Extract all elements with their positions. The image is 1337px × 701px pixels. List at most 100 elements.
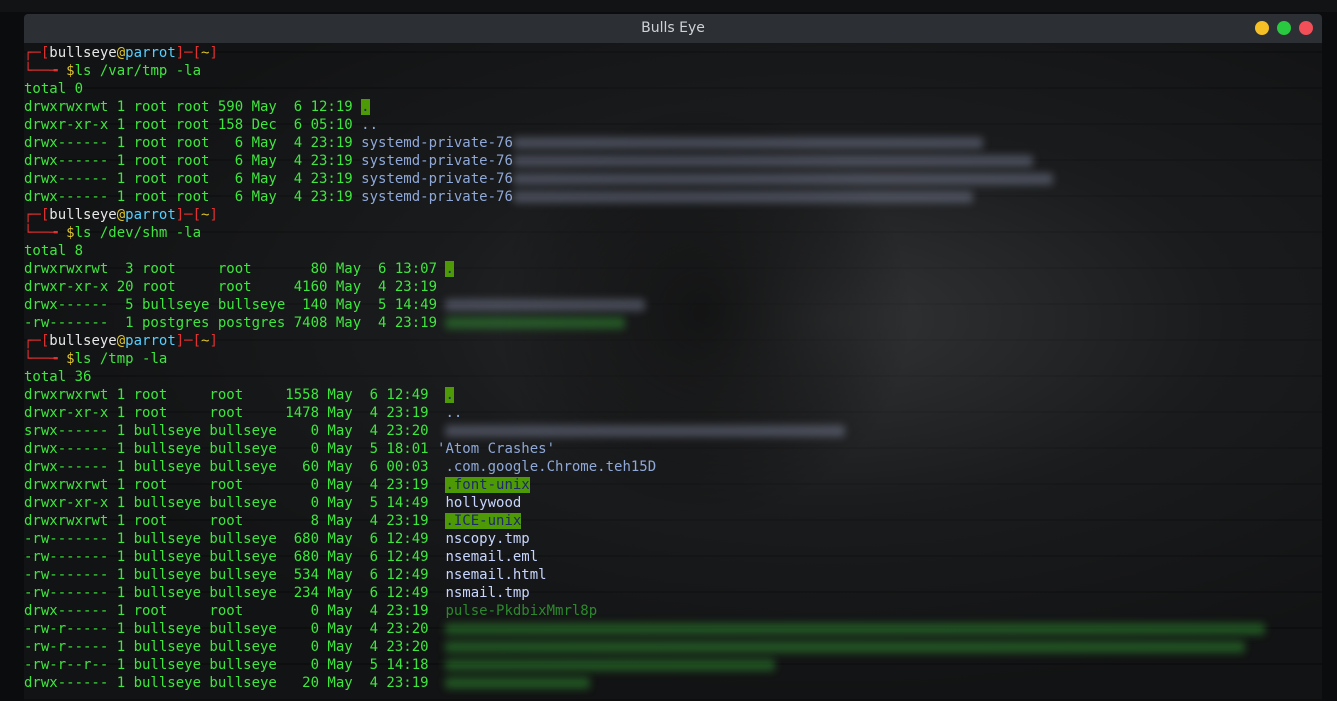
redacted-filename: [512, 173, 1053, 185]
redacted-filename: [445, 641, 1246, 653]
listing-row: drwxr-xr-x 1 root root 158 Dec 6 05:10 .…: [24, 116, 1265, 134]
listing-row: -rw-r----- 1 bullseye bullseye 0 May 4 2…: [24, 638, 1265, 656]
terminal-area[interactable]: ┌─[bullseye@parrot]─[~] └──╼ $ls /var/tmp…: [24, 43, 1322, 701]
prompt-user: bullseye: [49, 207, 117, 223]
file-meta: drwx------ 1 bullseye bullseye 60 May 6 …: [24, 459, 446, 475]
file-name: nscopy.tmp: [445, 531, 530, 547]
file-name: .: [445, 387, 454, 403]
file-meta: drwxr-xr-x 20 root root 4160 May 4 23:19: [24, 279, 446, 295]
file-name: .ICE-unix: [445, 513, 522, 529]
prompt-host: parrot: [125, 333, 176, 349]
redacted-filename: [445, 299, 646, 311]
window-title: Bulls Eye: [641, 20, 705, 36]
file-meta: -rw------- 1 postgres postgres 7408 May …: [24, 315, 446, 331]
file-meta: drwxr-xr-x 1 root root 1478 May 4 23:19: [24, 405, 446, 421]
listing-row: drwxrwxrwt 3 root root 80 May 6 13:07 .: [24, 260, 1265, 278]
file-meta: drwx------ 1 root root 6 May 4 23:19: [24, 189, 362, 205]
file-meta: drwx------ 1 bullseye bullseye 0 May 5 1…: [24, 441, 438, 457]
listing-row: drwx------ 1 root root 6 May 4 23:19 sys…: [24, 134, 1265, 152]
prompt-bracket: ]: [209, 333, 218, 349]
prompt-at: @: [116, 45, 126, 61]
file-name: ..: [361, 117, 379, 133]
prompt-arrow: └──╼: [24, 351, 67, 367]
command-line: └──╼ $ls /dev/shm -la: [24, 224, 1265, 242]
command-text: ls /tmp -la: [74, 351, 168, 367]
file-name: systemd-private-76: [361, 189, 513, 205]
prompt-bracket: ]─[: [175, 333, 202, 349]
window-titlebar[interactable]: Bulls Eye: [24, 14, 1322, 43]
file-name: nsemail.html: [445, 567, 547, 583]
prompt-dollar: $: [66, 351, 75, 367]
total-text: total 8: [24, 243, 84, 259]
file-meta: drwxr-xr-x 1 root root 158 Dec 6 05:10: [24, 117, 362, 133]
file-name: 'Atom Crashes': [437, 441, 556, 457]
total-line: total 36: [24, 368, 1265, 386]
file-meta: drwx------ 1 bullseye bullseye 20 May 4 …: [24, 675, 446, 691]
prompt-user: bullseye: [49, 45, 117, 61]
prompt-line: ┌─[bullseye@parrot]─[~]: [24, 206, 1265, 224]
file-name: hollywood: [445, 495, 522, 511]
file-name: .: [361, 99, 370, 115]
prompt-host: parrot: [125, 45, 176, 61]
prompt-bracket: ┌─[: [24, 333, 50, 349]
listing-row: drwx------ 1 bullseye bullseye 0 May 5 1…: [24, 440, 1265, 458]
desktop-top-strip: [0, 0, 1337, 12]
command-line: └──╼ $ls /tmp -la: [24, 350, 1265, 368]
file-meta: -rw-r----- 1 bullseye bullseye 0 May 4 2…: [24, 639, 446, 655]
listing-row: -rw------- 1 bullseye bullseye 680 May 6…: [24, 530, 1265, 548]
listing-row: drwx------ 1 root root 6 May 4 23:19 sys…: [24, 152, 1265, 170]
listing-row: drwxr-xr-x 1 root root 1478 May 4 23:19 …: [24, 404, 1265, 422]
close-button[interactable]: [1299, 21, 1313, 35]
redacted-filename: [512, 137, 983, 149]
prompt-arrow: └──╼: [24, 225, 67, 241]
command-text: ls /var/tmp -la: [74, 63, 202, 79]
file-meta: drwxrwxrwt 1 root root 590 May 6 12:19: [24, 99, 362, 115]
listing-row: drwx------ 5 bullseye bullseye 140 May 5…: [24, 296, 1265, 314]
minimize-button[interactable]: [1255, 21, 1269, 35]
listing-row: -rw------- 1 bullseye bullseye 534 May 6…: [24, 566, 1265, 584]
file-name: ..: [445, 405, 463, 421]
file-name: pulse-PkdbixMmrl8p: [445, 603, 598, 619]
file-meta: srwx------ 1 bullseye bullseye 0 May 4 2…: [24, 423, 446, 439]
listing-row: srwx------ 1 bullseye bullseye 0 May 4 2…: [24, 422, 1265, 440]
file-name: nsemail.eml: [445, 549, 539, 565]
listing-row: -rw-r--r-- 1 bullseye bullseye 0 May 5 1…: [24, 656, 1265, 674]
redacted-filename: [512, 191, 973, 203]
total-text: total 36: [24, 369, 92, 385]
listing-row: drwxrwxrwt 1 root root 8 May 4 23:19 .IC…: [24, 512, 1265, 530]
listing-row: drwxrwxrwt 1 root root 590 May 6 12:19 .: [24, 98, 1265, 116]
command-text: ls /dev/shm -la: [74, 225, 202, 241]
listing-row: drwxr-xr-x 20 root root 4160 May 4 23:19: [24, 278, 1265, 296]
redacted-filename: [445, 659, 776, 671]
redacted-filename: [445, 677, 591, 689]
total-line: total 8: [24, 242, 1265, 260]
prompt-dollar: $: [66, 63, 75, 79]
file-meta: -rw------- 1 bullseye bullseye 534 May 6…: [24, 567, 446, 583]
prompt-bracket: ┌─[: [24, 45, 50, 61]
prompt-bracket: ]─[: [175, 45, 202, 61]
file-name: nsmail.tmp: [445, 585, 530, 601]
prompt-bracket: ]: [209, 207, 218, 223]
prompt-line: ┌─[bullseye@parrot]─[~]: [24, 44, 1265, 62]
file-meta: drwxr-xr-x 1 bullseye bullseye 0 May 5 1…: [24, 495, 446, 511]
listing-row: -rw-r----- 1 bullseye bullseye 0 May 4 2…: [24, 620, 1266, 638]
file-name: .com.google.Chrome.teh15D: [445, 459, 657, 475]
file-meta: drwx------ 5 bullseye bullseye 140 May 5…: [24, 297, 446, 313]
prompt-arrow: └──╼: [24, 63, 67, 79]
listing-row: drwx------ 1 bullseye bullseye 60 May 6 …: [24, 458, 1265, 476]
listing-row: drwx------ 1 bullseye bullseye 20 May 4 …: [24, 674, 1265, 692]
file-meta: -rw-r--r-- 1 bullseye bullseye 0 May 5 1…: [24, 657, 446, 673]
file-meta: -rw-r----- 1 bullseye bullseye 0 May 4 2…: [24, 621, 446, 637]
terminal-output: ┌─[bullseye@parrot]─[~] └──╼ $ls /var/tmp…: [24, 44, 1266, 692]
listing-row: -rw------- 1 bullseye bullseye 234 May 6…: [24, 584, 1265, 602]
listing-row: -rw------- 1 bullseye bullseye 680 May 6…: [24, 548, 1265, 566]
file-meta: drwxrwxrwt 3 root root 80 May 6 13:07: [24, 261, 446, 277]
file-meta: -rw------- 1 bullseye bullseye 680 May 6…: [24, 549, 446, 565]
redacted-filename: [445, 317, 626, 329]
file-meta: drwxrwxrwt 1 root root 8 May 4 23:19: [24, 513, 446, 529]
redacted-filename: [445, 623, 1266, 635]
file-name: systemd-private-76: [361, 153, 513, 169]
file-meta: drwx------ 1 root root 6 May 4 23:19: [24, 171, 362, 187]
maximize-button[interactable]: [1277, 21, 1291, 35]
listing-row: drwx------ 1 root root 6 May 4 23:19 sys…: [24, 188, 1265, 206]
